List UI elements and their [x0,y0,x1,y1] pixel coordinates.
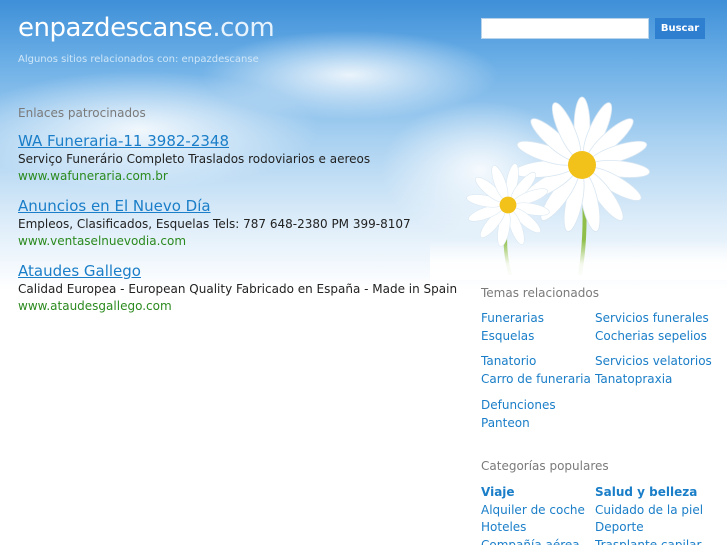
popular-category-link[interactable]: Salud y belleza [595,484,721,502]
popular-link[interactable]: Compañía aérea [481,537,595,545]
popular-link[interactable]: Trasplante capilar [595,537,721,545]
related-link-empty [595,415,721,433]
ad-description: Calidad Europea - European Quality Fabri… [18,282,458,296]
popular-link[interactable]: Cuidado de la piel [595,502,721,520]
sponsored-heading: Enlaces patrocinados [18,106,146,120]
popular-link[interactable]: Hoteles [481,519,595,537]
related-link[interactable]: Cocherias sepelios [595,328,721,346]
related-link-empty [595,397,721,415]
sponsored-ad: WA Funeraria-11 3982-2348 Serviço Funerá… [18,132,458,184]
tagline: Algunos sitios relacionados con: enpazde… [18,54,259,65]
logo-name: enpazdescanse [18,13,213,43]
popular-heading: Categorías populares [481,459,609,473]
related-link[interactable]: Esquelas [481,328,595,346]
ad-url-link[interactable]: www.ventaselnuevodia.com [18,234,458,249]
popular-link[interactable]: Deporte [595,519,721,537]
logo-tld: .com [212,13,275,43]
related-group: Funerarias Servicios funerales Esquelas … [481,310,721,345]
popular-link[interactable]: Alquiler de coche [481,502,595,520]
sponsored-ad: Ataudes Gallego Calidad Europea - Europe… [18,262,458,314]
related-link[interactable]: Servicios funerales [595,310,721,328]
related-group: Defunciones Panteon [481,397,721,432]
ad-description: Empleos, Clasificados, Esquelas Tels: 78… [18,217,411,231]
related-link[interactable]: Tanatopraxia [595,371,721,389]
ad-title-link[interactable]: Anuncios en El Nuevo Día [18,197,458,215]
related-link[interactable]: Funerarias [481,310,595,328]
grass-fade [430,240,727,280]
related-link[interactable]: Servicios velatorios [595,353,721,371]
related-heading: Temas relacionados [481,286,599,300]
ad-title-link[interactable]: WA Funeraria-11 3982-2348 [18,132,458,150]
site-logo[interactable]: enpazdescanse.com [18,13,275,43]
ad-url-link[interactable]: www.wafuneraria.com.br [18,169,458,184]
related-group: Tanatorio Servicios velatorios Carro de … [481,353,721,388]
popular-categories: Viaje Salud y belleza Alquiler de coche … [481,484,721,545]
search-button[interactable]: Buscar [655,18,705,39]
popular-category-link[interactable]: Viaje [481,484,595,502]
related-link[interactable]: Carro de funeraria [481,371,595,389]
related-link[interactable]: Panteon [481,415,595,433]
search-input[interactable] [481,18,649,39]
related-link[interactable]: Tanatorio [481,353,595,371]
ad-title-link[interactable]: Ataudes Gallego [18,262,458,280]
ad-url-link[interactable]: www.ataudesgallego.com [18,299,458,314]
sponsored-ad: Anuncios en El Nuevo Día Empleos, Clasif… [18,197,458,249]
ad-description: Serviço Funerário Completo Traslados rod… [18,152,371,166]
related-link[interactable]: Defunciones [481,397,595,415]
